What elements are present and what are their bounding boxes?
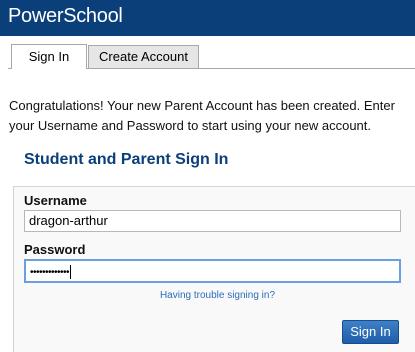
sign-in-button[interactable]: Sign In	[342, 320, 399, 344]
password-input[interactable]: •••••••••••••	[24, 259, 401, 283]
confirmation-message: Congratulations! Your new Parent Account…	[9, 98, 395, 133]
header-bar: PowerSchool	[0, 0, 415, 36]
text-caret	[70, 264, 72, 279]
username-label: Username	[24, 193, 87, 208]
username-input[interactable]: dragon-arthur	[24, 210, 401, 232]
tab-create-account[interactable]: Create Account	[88, 45, 199, 68]
powerschool-logo: PowerSchool	[8, 5, 123, 27]
trouble-signing-in-link[interactable]: Having trouble signing in?	[0, 290, 415, 301]
password-mask: •••••••••••••	[30, 267, 70, 278]
sign-in-title: Student and Parent Sign In	[24, 151, 229, 168]
password-label: Password	[24, 242, 86, 257]
tab-sign-in[interactable]: Sign In	[11, 44, 87, 69]
